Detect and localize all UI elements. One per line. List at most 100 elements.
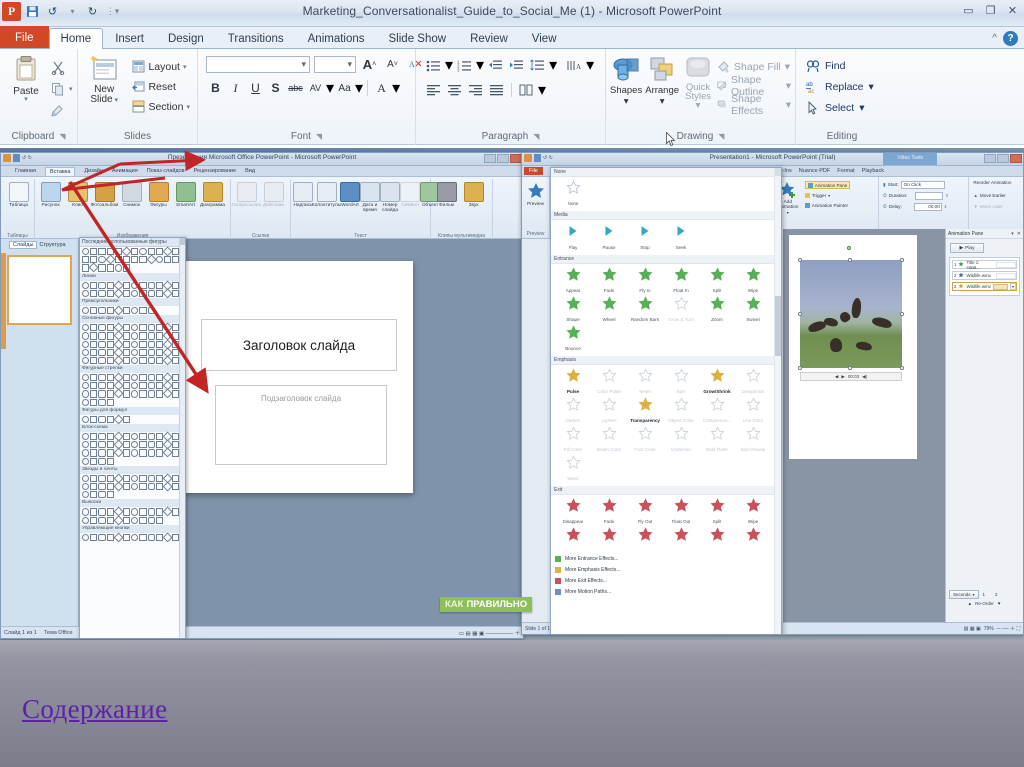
shape-swatch[interactable]: [82, 533, 90, 541]
shape-swatch[interactable]: [131, 281, 139, 289]
shapes-gallery-category-row[interactable]: [80, 305, 185, 316]
shape-swatch[interactable]: [90, 306, 98, 315]
character-spacing-dropdown-icon[interactable]: ▾: [326, 78, 334, 98]
animation-pane-item-timeline-bar[interactable]: [996, 261, 1016, 268]
animation-section-grid[interactable]: Disappear Fade Fly Out Float Out Split Wipe: [551, 495, 781, 553]
animation-more-effects-item[interactable]: More Entrance Effects...: [551, 553, 781, 564]
animation-effect-item[interactable]: Teeter: [627, 368, 663, 394]
animation-effect-item[interactable]: [663, 527, 699, 548]
grow-font-icon[interactable]: A ˄: [360, 55, 379, 74]
inner-left-cmd-screenshot[interactable]: Снимок: [118, 182, 145, 208]
new-slide-dropdown-icon[interactable]: ▾: [113, 97, 119, 104]
shape-swatch[interactable]: [105, 254, 116, 265]
shape-swatch[interactable]: [113, 388, 124, 400]
inner-left-tab-review[interactable]: Рецензирование: [194, 168, 236, 174]
shape-swatch[interactable]: [88, 262, 99, 274]
shape-swatch[interactable]: [139, 516, 147, 524]
animation-effect-item[interactable]: Appear: [555, 267, 591, 293]
animation-section-grid[interactable]: Pulse Color Pulse Teeter Spin Grow/Shrink Des…: [551, 365, 781, 486]
resize-handle-nw[interactable]: [798, 258, 802, 262]
shape-swatch[interactable]: [139, 306, 147, 315]
inner-right-duration-row[interactable]: ⏱ Duration: ⇕: [883, 191, 966, 200]
animation-effect-item[interactable]: Grow/Shrink: [699, 368, 735, 394]
shape-swatch[interactable]: [162, 288, 173, 299]
inner-left-cmd-hyperlink[interactable]: Гиперссылка: [232, 182, 261, 208]
shape-swatch[interactable]: [139, 248, 147, 256]
shape-swatch[interactable]: [139, 374, 147, 382]
animation-effect-item[interactable]: Shape: [555, 296, 591, 322]
animation-effect-item[interactable]: Lighten: [591, 397, 627, 423]
animation-effect-item[interactable]: Color Pulse: [591, 368, 627, 394]
paste-button[interactable]: Paste ▾: [4, 55, 48, 103]
animation-pane[interactable]: Animation Pane ▾ ✕ ▶ Play 1 Title 1: Назв.…: [945, 229, 1023, 622]
shape-swatch[interactable]: [155, 449, 163, 457]
animation-pane-item[interactable]: 2 Wildlife.wmv: [952, 271, 1017, 280]
tab-insert[interactable]: Insert: [103, 28, 156, 49]
shape-swatch[interactable]: [147, 340, 155, 348]
resize-handle-w[interactable]: [798, 312, 802, 316]
shape-swatch[interactable]: [82, 474, 90, 482]
shape-swatch[interactable]: [113, 481, 124, 492]
shapes-gallery-category-row[interactable]: [80, 322, 185, 366]
decrease-indent-icon[interactable]: [486, 56, 505, 74]
italic-button[interactable]: I: [226, 79, 245, 98]
shape-swatch[interactable]: [90, 374, 98, 382]
inner-left-cmd-datetime[interactable]: Дата и время: [360, 182, 380, 213]
shape-swatch[interactable]: [98, 398, 106, 406]
animation-effect-item[interactable]: Fade: [591, 498, 627, 524]
shape-swatch[interactable]: [98, 449, 106, 457]
shape-swatch[interactable]: [98, 415, 106, 423]
shape-swatch[interactable]: [106, 457, 114, 465]
columns-icon[interactable]: [517, 81, 536, 99]
animation-section-grid[interactable]: Appear Fade Fly In Float In Split Wipe Shape Wh…: [551, 264, 781, 356]
inner-left-cmd-shapes[interactable]: Фигуры: [145, 182, 172, 208]
shape-swatch[interactable]: [131, 390, 139, 398]
arrange-dropdown-icon[interactable]: ▾: [660, 96, 665, 107]
shape-swatch[interactable]: [139, 256, 147, 264]
shape-swatch[interactable]: [155, 516, 163, 524]
animation-effect-item[interactable]: Seek: [663, 223, 699, 250]
resize-handle-se[interactable]: [900, 366, 904, 370]
shape-swatch[interactable]: [147, 289, 155, 297]
shape-swatch[interactable]: [122, 356, 131, 365]
shape-swatch[interactable]: [98, 281, 106, 289]
shape-swatch[interactable]: [122, 332, 131, 340]
shape-swatch[interactable]: [122, 374, 131, 382]
shape-swatch[interactable]: [147, 332, 155, 340]
shape-swatch[interactable]: [155, 256, 163, 264]
shape-swatch[interactable]: [139, 324, 147, 332]
layout-dropdown-icon[interactable]: ▾: [183, 63, 187, 71]
inner-right-zoom-controls[interactable]: ▤ ▦ ▣ 79% ─ ── ＋ ⛶: [964, 625, 1020, 633]
drawing-dialog-launcher[interactable]: ◥: [718, 130, 724, 144]
inner-left-title-placeholder[interactable]: Заголовок слайда: [201, 319, 397, 371]
font-color-button[interactable]: A: [372, 79, 391, 98]
center-icon[interactable]: [445, 81, 464, 99]
animation-pane-item[interactable]: 2 Wildlife.wmv ▾: [952, 282, 1017, 291]
animation-pane-item[interactable]: 1 Title 1: Назв...: [952, 260, 1017, 270]
shape-swatch[interactable]: [162, 506, 173, 517]
inner-left-cmd-symbol[interactable]: Символ: [400, 182, 420, 213]
ribbon-tabs-right[interactable]: ^ ?: [992, 31, 1018, 46]
shape-swatch[interactable]: [122, 449, 131, 457]
re-order-up-icon[interactable]: ▲: [968, 601, 972, 606]
shape-swatch[interactable]: [131, 449, 139, 457]
animation-effect-item[interactable]: Line Color: [735, 397, 771, 423]
shape-swatch[interactable]: [106, 264, 114, 272]
shape-swatch[interactable]: [90, 348, 98, 356]
shape-swatch[interactable]: [147, 281, 155, 289]
tab-view[interactable]: View: [520, 28, 569, 49]
shape-swatch[interactable]: [98, 533, 106, 541]
media-play-icon[interactable]: ▶: [841, 374, 844, 380]
shapes-gallery-category-row[interactable]: [80, 473, 185, 500]
shape-swatch[interactable]: [106, 390, 114, 398]
inner-right-window-controls[interactable]: [984, 154, 1022, 163]
shape-swatch[interactable]: [90, 248, 98, 256]
shape-swatch[interactable]: [82, 374, 90, 382]
inner-left-cmd-movie[interactable]: Фильм: [433, 182, 460, 208]
inner-right-animation-painter-button[interactable]: Animation Painter: [804, 201, 850, 209]
help-icon[interactable]: ?: [1003, 31, 1018, 46]
animation-pane-play-button[interactable]: ▶ Play: [950, 243, 984, 253]
reset-button[interactable]: Reset: [129, 78, 193, 95]
inner-left-window-controls[interactable]: [484, 154, 522, 163]
inner-left-tab-home[interactable]: Главная: [15, 168, 36, 174]
